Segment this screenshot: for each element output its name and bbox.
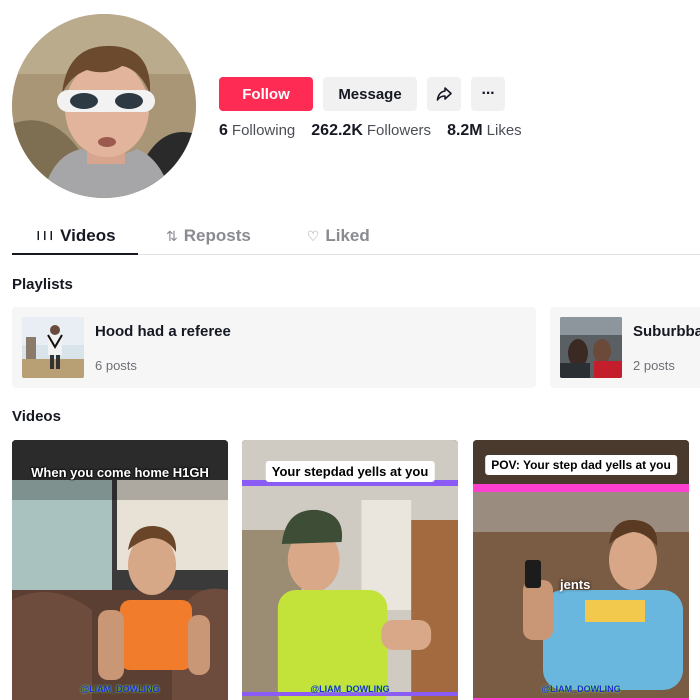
- playlist-card[interactable]: Hood had a referee 6 posts: [12, 307, 536, 388]
- more-options-button[interactable]: ···: [471, 77, 505, 111]
- playlist-thumbnail: [22, 317, 84, 378]
- tab-videos-label: Videos: [60, 225, 116, 245]
- videos-heading: Videos: [12, 408, 61, 425]
- playlist-thumbnail: [560, 317, 622, 378]
- tab-liked[interactable]: ♡ Liked: [307, 218, 370, 254]
- video-watermark: @LIAM_DOWLING: [310, 684, 390, 694]
- message-button[interactable]: Message: [323, 77, 417, 111]
- tab-reposts[interactable]: ⇅ Reposts: [166, 218, 251, 254]
- more-icon: ···: [481, 85, 496, 102]
- tab-videos[interactable]: ❙❙❙ Videos: [12, 218, 138, 255]
- video-caption: Your stepdad yells at you: [265, 461, 435, 482]
- grid-bars-icon: ❙❙❙: [34, 230, 55, 240]
- profile-stats: 6 Following 262.2K Followers 8.2M Likes: [219, 122, 522, 140]
- playlist-count: 2 posts: [633, 358, 675, 373]
- heart-icon: ♡: [306, 227, 320, 244]
- playlist-card[interactable]: Suburbbal 2 posts: [550, 307, 700, 388]
- video-watermark: @LIAM_DOWLING: [541, 684, 621, 694]
- stat-following[interactable]: 6 Following: [219, 122, 295, 140]
- video-card[interactable]: When you come home H1GH @LIAM_DOWLING: [12, 440, 228, 700]
- likes-label: Likes: [486, 122, 522, 139]
- video-caption: When you come home H1GH: [31, 465, 209, 480]
- profile-actions: Follow Message ···: [219, 77, 505, 111]
- tab-reposts-label: Reposts: [183, 226, 251, 245]
- followers-count: 262.2K: [311, 122, 363, 139]
- tab-liked-label: Liked: [325, 226, 370, 245]
- video-caption: POV: Your step dad yells at you: [485, 455, 677, 475]
- share-button[interactable]: [427, 77, 461, 111]
- profile-tabs: ❙❙❙ Videos ⇅ Reposts ♡ Liked: [12, 218, 700, 255]
- video-thumbnail: [473, 440, 689, 700]
- video-overlay-text: jents: [560, 577, 591, 592]
- following-label: Following: [231, 122, 296, 139]
- stat-followers[interactable]: 262.2K Followers: [311, 122, 431, 140]
- profile-avatar[interactable]: [12, 14, 196, 198]
- video-card[interactable]: Your stepdad yells at you @LIAM_DOWLING: [242, 440, 458, 700]
- playlist-name: Suburbbal: [633, 323, 700, 340]
- follow-button[interactable]: Follow: [219, 77, 313, 111]
- video-card[interactable]: POV: Your step dad yells at you jents @L…: [473, 440, 689, 700]
- playlists-heading: Playlists: [12, 276, 73, 293]
- playlist-count: 6 posts: [95, 358, 137, 373]
- followers-label: Followers: [366, 122, 432, 139]
- share-icon: [436, 87, 452, 101]
- likes-count: 8.2M: [447, 122, 483, 139]
- stat-likes: 8.2M Likes: [447, 122, 522, 140]
- following-count: 6: [219, 122, 228, 139]
- playlist-name: Hood had a referee: [95, 323, 231, 340]
- repost-icon: ⇅: [166, 227, 178, 244]
- video-watermark: @LIAM_DOWLING: [80, 684, 160, 694]
